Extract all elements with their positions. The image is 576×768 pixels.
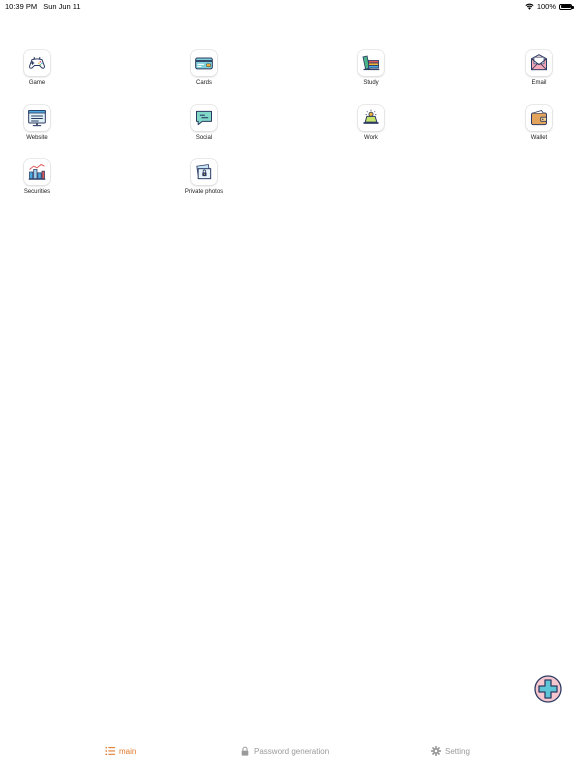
app-work[interactable]: Work bbox=[341, 105, 401, 141]
gear-icon bbox=[431, 746, 441, 756]
app-game[interactable]: Game bbox=[7, 50, 67, 86]
status-right: 100% bbox=[525, 2, 574, 11]
app-tile[interactable] bbox=[358, 50, 384, 76]
lock-icon bbox=[241, 746, 249, 756]
app-label: Wallet bbox=[530, 135, 548, 141]
status-bar: 10:39 PM Sun Jun 11 100% bbox=[0, 0, 576, 14]
battery-fill bbox=[560, 5, 571, 8]
app-label: Cards bbox=[195, 80, 212, 86]
app-tile[interactable] bbox=[526, 50, 552, 76]
app-tile[interactable] bbox=[24, 105, 50, 131]
app-tile[interactable] bbox=[24, 159, 50, 185]
tab-bar: main Password generation Setting bbox=[0, 740, 576, 768]
status-date: Sun Jun 11 bbox=[43, 2, 81, 11]
status-left: 10:39 PM Sun Jun 11 bbox=[5, 2, 85, 11]
app-private-photos[interactable]: Private photos bbox=[174, 159, 234, 195]
stock-chart-icon bbox=[28, 163, 46, 180]
photo-lock-icon bbox=[196, 164, 212, 180]
app-label: Email bbox=[531, 80, 547, 86]
tab-label: main bbox=[119, 746, 137, 756]
battery-percent: 100% bbox=[536, 2, 556, 11]
battery-icon bbox=[559, 3, 574, 10]
app-email[interactable]: Email bbox=[509, 50, 569, 86]
tab-label: Password generation bbox=[254, 746, 330, 756]
browser-icon bbox=[28, 110, 46, 127]
app-website[interactable]: Website bbox=[7, 105, 67, 141]
envelope-icon bbox=[531, 54, 547, 71]
desk-lamp-icon bbox=[363, 109, 379, 124]
app-study[interactable]: Study bbox=[341, 50, 401, 86]
app-tile[interactable] bbox=[526, 105, 552, 131]
tab-label: Setting bbox=[445, 746, 470, 756]
app-tile[interactable] bbox=[24, 50, 50, 76]
app-label: Securities bbox=[23, 189, 51, 195]
status-time: 10:39 PM bbox=[5, 2, 38, 11]
tab-main[interactable]: main bbox=[105, 746, 136, 756]
app-tile[interactable] bbox=[191, 159, 217, 185]
tab-setting[interactable]: Setting bbox=[431, 746, 470, 756]
list-icon bbox=[105, 746, 115, 756]
plus-icon bbox=[534, 675, 562, 703]
app-tile[interactable] bbox=[191, 50, 217, 76]
card-icon bbox=[195, 57, 213, 70]
add-button[interactable] bbox=[534, 675, 562, 703]
app-securities[interactable]: Securities bbox=[7, 159, 67, 195]
app-label: Game bbox=[28, 80, 46, 86]
app-tile[interactable] bbox=[358, 105, 384, 131]
gamepad-icon bbox=[28, 57, 46, 69]
books-icon bbox=[362, 55, 380, 71]
app-cards[interactable]: Cards bbox=[174, 50, 234, 86]
tab-password-generation[interactable]: Password generation bbox=[240, 746, 329, 756]
app-label: Social bbox=[195, 135, 213, 141]
wallet-icon bbox=[531, 110, 547, 126]
app-label: Work bbox=[364, 135, 378, 141]
app-social[interactable]: Social bbox=[174, 105, 234, 141]
app-label: Website bbox=[26, 135, 48, 141]
app-wallet[interactable]: Wallet bbox=[509, 105, 569, 141]
app-label: Study bbox=[363, 80, 379, 86]
wifi-icon bbox=[525, 3, 534, 10]
chat-icon bbox=[196, 110, 212, 126]
app-tile[interactable] bbox=[191, 105, 217, 131]
app-label: Private photos bbox=[184, 189, 224, 195]
